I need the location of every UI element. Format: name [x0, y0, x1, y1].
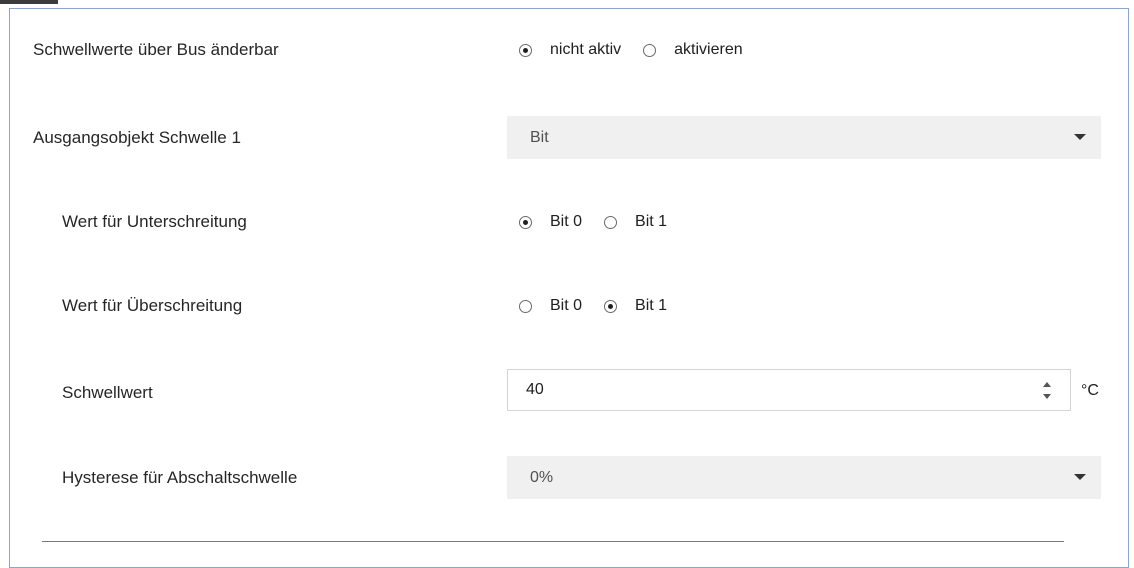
hysteresis-label: Hysterese für Abschaltschwelle: [62, 468, 298, 487]
chevron-down-icon[interactable]: [1074, 134, 1086, 140]
bus-threshold-option-inactive[interactable]: nicht aktiv: [519, 41, 621, 59]
output-object-select[interactable]: Bit: [507, 116, 1101, 159]
threshold-label: Schwellwert: [62, 383, 153, 402]
section-divider: [42, 541, 1064, 542]
bus-threshold-radio-group: nicht aktiv aktivieren: [519, 30, 743, 70]
hysteresis-select[interactable]: 0%: [507, 456, 1101, 499]
top-edge-strip: [0, 0, 58, 4]
under-value-option-bit1-label: Bit 1: [635, 213, 668, 230]
radio-unchecked-icon[interactable]: [643, 43, 657, 57]
over-value-option-bit1[interactable]: Bit 1: [604, 297, 667, 315]
chevron-down-icon[interactable]: [1074, 474, 1086, 480]
radio-unchecked-icon[interactable]: [604, 215, 618, 229]
under-value-radio-group: Bit 0 Bit 1: [519, 202, 667, 242]
bus-threshold-label: Schwellwerte über Bus änderbar: [33, 40, 279, 59]
row-bus-threshold: Schwellwerte über Bus änderbar nicht akt…: [10, 30, 1130, 70]
spin-up-icon[interactable]: [1043, 382, 1051, 387]
bus-threshold-option-inactive-label: nicht aktiv: [550, 41, 622, 58]
row-output-object: Ausgangsobjekt Schwelle 1 Bit: [10, 116, 1130, 159]
over-value-option-bit1-label: Bit 1: [635, 297, 668, 314]
under-value-label: Wert für Unterschreitung: [62, 212, 247, 231]
radio-checked-icon[interactable]: [519, 215, 532, 229]
parameter-panel: Schwellwerte über Bus änderbar nicht akt…: [9, 8, 1129, 568]
threshold-value[interactable]: 40: [526, 370, 544, 410]
under-value-option-bit0-label: Bit 0: [550, 213, 583, 230]
row-under-value: Wert für Unterschreitung Bit 0 Bit 1: [10, 202, 1130, 242]
row-over-value: Wert für Überschreitung Bit 0 Bit 1: [10, 286, 1130, 326]
row-hysteresis: Hysterese für Abschaltschwelle 0%: [10, 456, 1130, 499]
output-object-label: Ausgangsobjekt Schwelle 1: [33, 128, 241, 147]
over-value-label: Wert für Überschreitung: [62, 296, 243, 315]
hysteresis-value: 0%: [530, 469, 554, 486]
threshold-number-input[interactable]: 40: [507, 369, 1071, 411]
radio-unchecked-icon[interactable]: [519, 299, 532, 313]
spin-down-icon[interactable]: [1043, 394, 1051, 399]
over-value-option-bit0[interactable]: Bit 0: [519, 297, 582, 315]
row-threshold: Schwellwert 40 °C: [10, 369, 1130, 413]
radio-checked-icon[interactable]: [519, 43, 532, 57]
bus-threshold-option-activate-label: aktivieren: [674, 41, 743, 58]
threshold-unit: °C: [1081, 382, 1099, 399]
over-value-radio-group: Bit 0 Bit 1: [519, 286, 667, 326]
under-value-option-bit1[interactable]: Bit 1: [604, 213, 667, 231]
over-value-option-bit0-label: Bit 0: [550, 297, 583, 314]
output-object-value: Bit: [530, 129, 549, 146]
under-value-option-bit0[interactable]: Bit 0: [519, 213, 582, 231]
radio-checked-icon[interactable]: [604, 299, 618, 313]
bus-threshold-option-activate[interactable]: aktivieren: [643, 41, 743, 59]
